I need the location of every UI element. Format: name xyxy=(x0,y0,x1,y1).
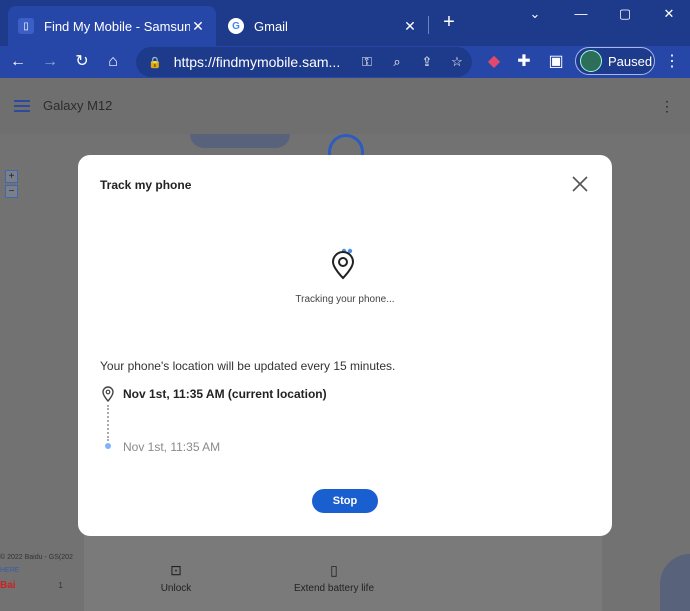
avatar xyxy=(580,50,602,72)
extend-battery-button[interactable]: ▯ Extend battery life xyxy=(284,562,384,594)
url-text: https://findmymobile.sam... xyxy=(173,54,341,70)
current-location-pin-icon xyxy=(101,386,115,403)
track-phone-dialog: Track my phone Tracking your phone... Yo… xyxy=(78,155,612,536)
location-history-item: Nov 1st, 11:35 AM (current location) xyxy=(123,387,327,401)
profile-status: Paused xyxy=(608,53,653,69)
attribution-text: © 2022 Baidu - GS(202 xyxy=(0,554,73,561)
zoom-icon[interactable]: ⌕ xyxy=(382,54,412,70)
browser-tabbar: ▯ Find My Mobile - Samsung ✕ G Gmail ✕ +… xyxy=(0,0,690,46)
extension-icon[interactable]: ◆ xyxy=(482,50,506,74)
tracking-status: Tracking your phone... xyxy=(295,294,395,305)
previous-location-dot-icon xyxy=(105,443,111,449)
lock-icon[interactable]: 🔒 xyxy=(148,56,162,69)
maximize-button[interactable]: ▢ xyxy=(610,6,640,22)
tab-search-icon[interactable]: ⌄ xyxy=(520,6,550,22)
close-icon[interactable] xyxy=(570,174,590,194)
google-icon: G xyxy=(228,18,244,34)
puzzle-icon[interactable]: ✚ xyxy=(512,50,536,74)
hamburger-icon[interactable] xyxy=(14,100,30,112)
back-icon[interactable]: ← xyxy=(6,50,30,74)
map-scale: 1 xyxy=(58,581,63,590)
zoom-in-button[interactable]: + xyxy=(5,170,18,183)
unlock-label: Unlock xyxy=(160,583,192,594)
baidu-logo: Bai 1 xyxy=(0,580,63,591)
minimize-button[interactable]: — xyxy=(566,6,596,21)
update-info: Your phone's location will be updated ev… xyxy=(100,359,396,373)
device-name: Galaxy M12 xyxy=(43,98,113,113)
app-header: Galaxy M12 ⋮ xyxy=(0,78,690,134)
tab-find-my-mobile[interactable]: ▯ Find My Mobile - Samsung ✕ xyxy=(8,6,216,46)
dialog-title: Track my phone xyxy=(100,178,192,192)
tab-gmail[interactable]: G Gmail ✕ xyxy=(218,6,428,46)
timeline-connector xyxy=(107,405,109,441)
zoom-out-button[interactable]: − xyxy=(5,185,18,198)
device-location-marker[interactable] xyxy=(328,134,364,156)
samsung-icon: ▯ xyxy=(18,18,34,34)
tab-divider xyxy=(428,16,429,34)
extend-battery-label: Extend battery life xyxy=(293,583,375,594)
home-icon[interactable]: ⌂ xyxy=(101,50,125,74)
address-bar[interactable]: 🔒 https://findmymobile.sam... ⚿ ⌕ ⇪ ☆ xyxy=(136,47,472,77)
tab-title: Find My Mobile - Samsung xyxy=(44,18,190,34)
unlock-icon: ⊡ xyxy=(170,562,182,578)
map-attribution: © 2022 Baidu - GS(202 HERE Bai 1 xyxy=(0,554,73,591)
browser-toolbar: ← → ↻ ⌂ 🔒 https://findmymobile.sam... ⚿ … xyxy=(0,46,690,78)
tab-title: Gmail xyxy=(254,18,288,34)
menu-icon[interactable]: ⋮ xyxy=(660,50,684,74)
location-pin-icon xyxy=(329,248,359,284)
unlock-button[interactable]: ⊡ Unlock xyxy=(146,562,206,594)
close-window-button[interactable]: ✕ xyxy=(654,6,684,22)
more-options-icon[interactable]: ⋮ xyxy=(660,98,674,115)
share-icon[interactable]: ⇪ xyxy=(412,54,442,70)
profile-button[interactable]: Paused xyxy=(575,47,655,75)
star-icon[interactable]: ☆ xyxy=(442,54,472,70)
action-panel: ⊡ Unlock ▯ Extend battery life xyxy=(84,526,602,611)
close-tab-icon[interactable]: ✕ xyxy=(190,18,206,35)
reload-icon[interactable]: ↻ xyxy=(70,50,94,74)
map-zoom-controls: + − xyxy=(5,170,19,200)
sidepanel-icon[interactable]: ▣ xyxy=(544,50,568,74)
location-history-item: Nov 1st, 11:35 AM xyxy=(123,440,221,454)
key-icon[interactable]: ⚿ xyxy=(352,54,382,70)
stop-button[interactable]: Stop xyxy=(312,489,378,513)
close-tab-icon[interactable]: ✕ xyxy=(402,18,418,35)
map-water xyxy=(660,554,690,611)
new-tab-button[interactable]: + xyxy=(438,12,460,34)
battery-icon: ▯ xyxy=(330,562,338,578)
here-text: HERE xyxy=(0,567,20,574)
forward-icon[interactable]: → xyxy=(38,50,62,74)
map-water xyxy=(190,134,290,148)
